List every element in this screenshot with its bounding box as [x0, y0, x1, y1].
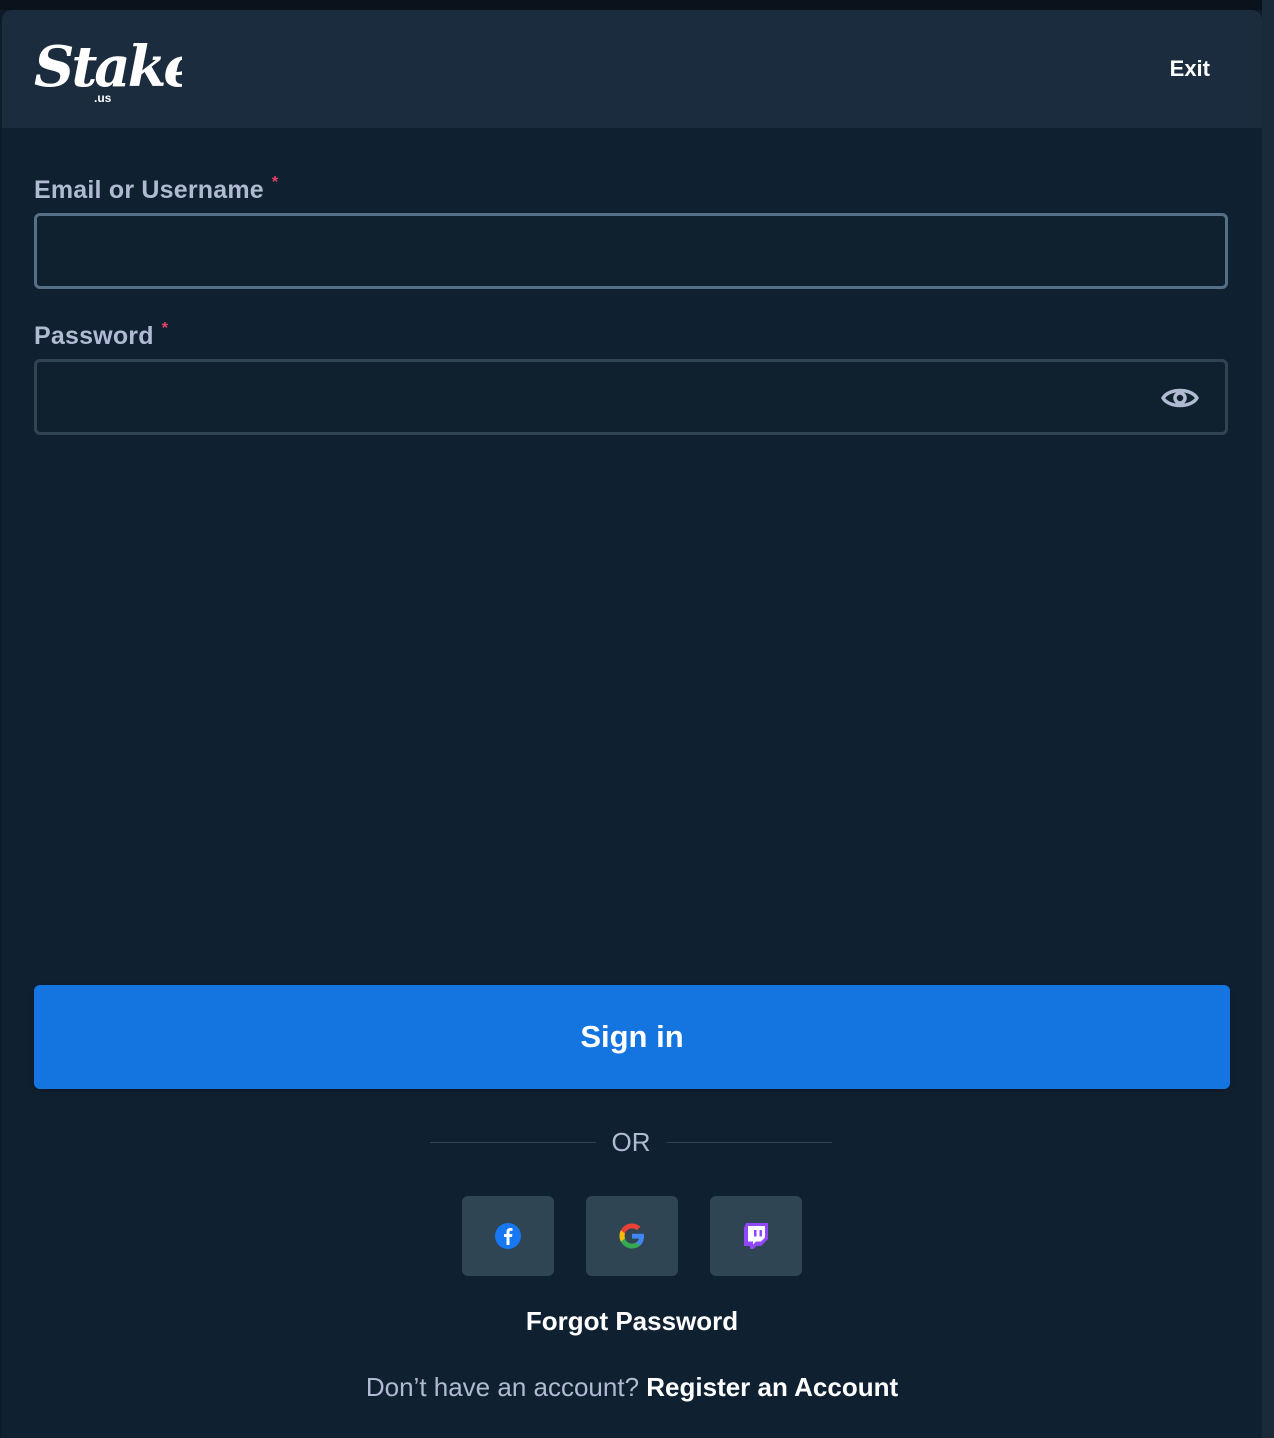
register-row: Don’t have an account? Register an Accou…: [2, 1372, 1262, 1403]
toggle-password-visibility[interactable]: [1152, 378, 1208, 418]
logo-suffix: .us: [94, 91, 112, 105]
facebook-icon: [495, 1223, 521, 1249]
divider-line-right: [666, 1141, 832, 1143]
password-label-text: Password: [34, 322, 154, 350]
password-required-mark: *: [161, 320, 169, 337]
forgot-password-link[interactable]: Forgot Password: [2, 1306, 1262, 1337]
google-login-button[interactable]: [586, 1196, 678, 1276]
facebook-login-button[interactable]: [462, 1196, 554, 1276]
password-input[interactable]: [34, 359, 1228, 435]
google-icon: [619, 1223, 644, 1249]
email-label-text: Email or Username: [34, 176, 264, 204]
or-text: OR: [611, 1126, 651, 1157]
exit-button[interactable]: Exit: [1170, 56, 1210, 82]
or-divider: OR: [430, 1122, 832, 1162]
backdrop-right-edge: [1262, 0, 1274, 1438]
backdrop-top-strip: [0, 0, 1274, 10]
divider-line-left: [430, 1141, 596, 1143]
sign-in-button[interactable]: Sign in: [34, 985, 1230, 1089]
register-prompt: Don’t have an account?: [365, 1372, 647, 1402]
stake-logo: Stake .us: [34, 34, 182, 105]
modal-header: Stake .us Exit: [2, 10, 1262, 128]
email-input[interactable]: [34, 213, 1228, 289]
register-account-link[interactable]: Register an Account: [646, 1372, 898, 1402]
twitch-login-button[interactable]: [710, 1196, 802, 1276]
password-label: Password *: [34, 320, 169, 351]
email-label: Email or Username *: [34, 174, 279, 205]
eye-icon: [1161, 388, 1199, 408]
twitch-icon: [744, 1223, 768, 1249]
email-required-mark: *: [271, 174, 279, 191]
sign-in-modal: Stake .us Exit Email or Username * Passwo…: [2, 10, 1262, 1438]
